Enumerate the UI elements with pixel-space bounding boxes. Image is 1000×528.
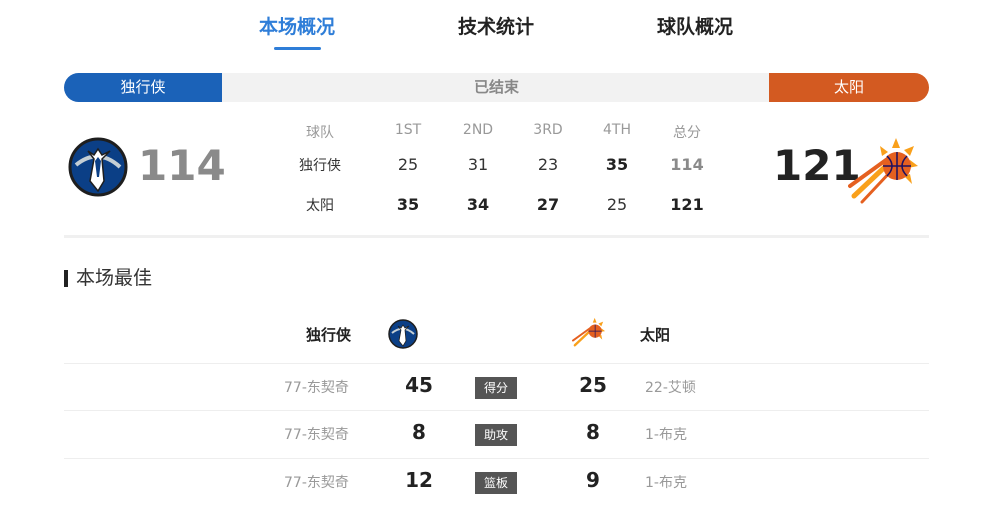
best-stat-row: 77-东契奇 8 助攻 8 1-布克 <box>64 410 929 457</box>
home-player-name[interactable]: 1-布克 <box>645 424 687 444</box>
quarter-score: 27 <box>536 195 560 214</box>
tab-overview[interactable]: 本场概况 <box>259 12 335 39</box>
best-stat-row: 77-东契奇 45 得分 25 22-艾顿 <box>64 363 929 410</box>
column-header: 1ST <box>394 122 422 138</box>
best-away-team-name: 独行侠 <box>306 326 352 344</box>
total-score: 114 <box>670 155 704 174</box>
column-header: 3RD <box>533 122 563 138</box>
scoreboard: 114 球队 1ST 2ND 3RD 4TH 总分 独行侠 25 31 23 3… <box>0 110 1000 235</box>
mavericks-logo-icon <box>388 319 418 349</box>
stat-category-badge: 篮板 <box>475 472 517 494</box>
home-stat-value: 9 <box>586 468 600 492</box>
home-team-label[interactable]: 太阳 <box>769 73 929 102</box>
total-score: 121 <box>670 195 704 214</box>
column-header: 4TH <box>603 122 631 138</box>
row-team-name: 独行侠 <box>299 158 341 174</box>
best-home-team-name: 太阳 <box>640 326 671 344</box>
home-player-name[interactable]: 22-艾顿 <box>645 377 696 397</box>
home-stat-value: 8 <box>586 420 600 444</box>
home-player-name[interactable]: 1-布克 <box>645 472 687 492</box>
best-performers-title: 本场最佳 <box>64 266 152 290</box>
away-stat-value: 12 <box>405 468 433 492</box>
tab-bar: 本场概况 技术统计 球队概况 <box>0 12 1000 52</box>
best-stat-row: 77-东契奇 12 篮板 9 1-布克 <box>64 458 929 505</box>
home-stat-value: 25 <box>579 373 607 397</box>
game-status-bar: 已结束 独行侠 太阳 <box>64 73 929 102</box>
away-stat-value: 8 <box>412 420 426 444</box>
row-team-name: 太阳 <box>306 198 334 214</box>
suns-logo-icon[interactable] <box>848 134 920 206</box>
stat-category-badge: 助攻 <box>475 424 517 446</box>
active-tab-indicator <box>274 47 321 50</box>
quarter-score: 35 <box>396 195 420 214</box>
best-performers-header: 独行侠 太阳 <box>0 315 1000 355</box>
quarter-score: 35 <box>605 155 629 174</box>
stat-category-badge: 得分 <box>475 377 517 399</box>
column-header: 球队 <box>306 125 334 141</box>
section-divider <box>64 235 929 238</box>
tab-stats[interactable]: 技术统计 <box>458 12 534 39</box>
quarter-score: 23 <box>537 155 559 174</box>
tab-team-overview[interactable]: 球队概况 <box>657 12 733 39</box>
away-team-label[interactable]: 独行侠 <box>64 73 222 102</box>
away-player-name[interactable]: 77-东契奇 <box>284 472 349 492</box>
away-player-name[interactable]: 77-东契奇 <box>284 377 349 397</box>
away-player-name[interactable]: 77-东契奇 <box>284 424 349 444</box>
quarter-score: 31 <box>467 155 489 174</box>
away-stat-value: 45 <box>405 373 433 397</box>
quarter-score: 25 <box>397 155 419 174</box>
column-header: 总分 <box>673 125 701 141</box>
suns-logo-icon <box>572 317 606 347</box>
quarter-score: 25 <box>606 195 628 214</box>
quarter-score: 34 <box>466 195 490 214</box>
column-header: 2ND <box>462 122 494 138</box>
